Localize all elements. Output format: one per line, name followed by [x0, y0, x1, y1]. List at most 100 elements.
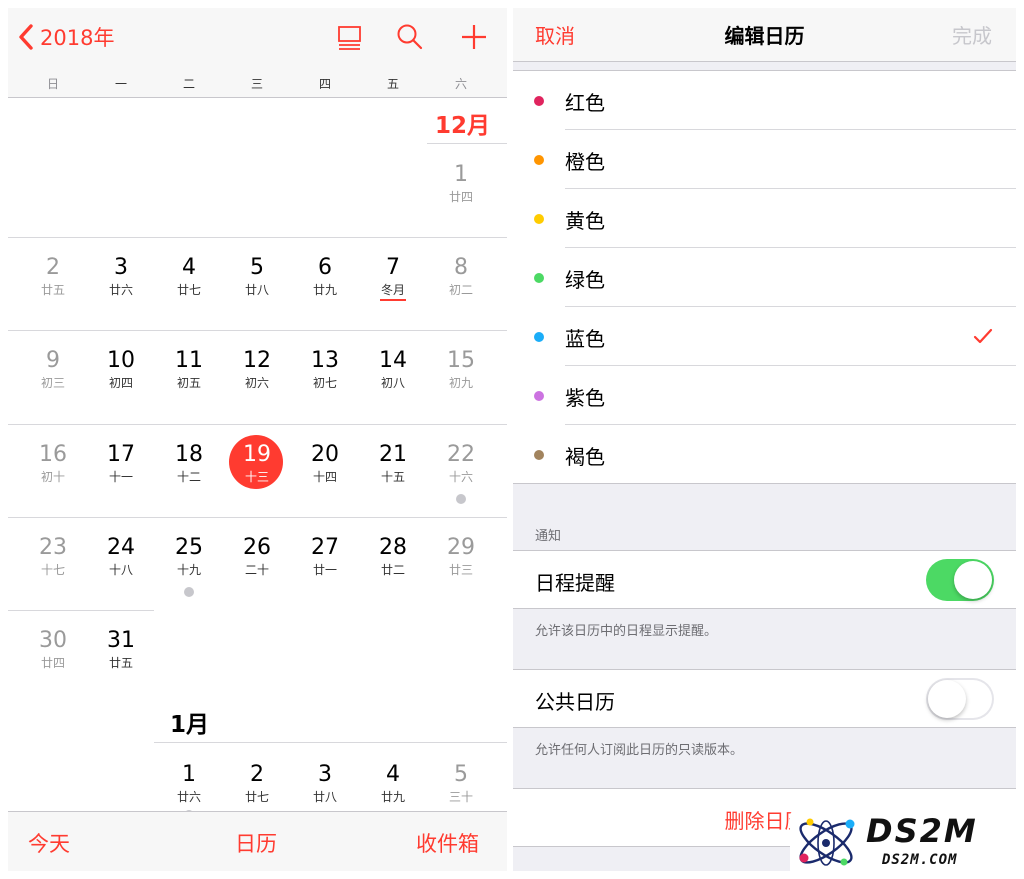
- checkmark-icon: [973, 328, 993, 344]
- lunar-date: 廿八: [244, 283, 269, 297]
- day-number: 26: [243, 535, 271, 560]
- lunar-date: 廿三: [448, 563, 473, 577]
- inbox-button[interactable]: 收件箱: [416, 828, 479, 858]
- color-option-purple[interactable]: 紫色: [513, 366, 1016, 425]
- lunar-date: 廿六: [108, 283, 133, 297]
- day-cell[interactable]: 5 廿八: [223, 241, 291, 331]
- day-number: 4: [386, 762, 400, 787]
- public-calendar-switch[interactable]: [926, 678, 994, 720]
- day-cell[interactable]: 12 初六: [223, 334, 291, 424]
- day-cell-today[interactable]: 19 十三: [217, 428, 285, 518]
- day-number: 10: [107, 348, 135, 373]
- lunar-date: 廿一: [312, 563, 337, 577]
- day-number: 8: [454, 255, 468, 280]
- day-cell[interactable]: 25 十九: [155, 521, 223, 611]
- day-number: 17: [107, 442, 135, 467]
- list-view-icon[interactable]: [335, 22, 365, 52]
- day-cell[interactable]: 18 十二: [155, 428, 223, 518]
- search-icon[interactable]: [395, 22, 425, 52]
- day-cell[interactable]: 4 廿七: [155, 241, 223, 331]
- color-label: 紫色: [565, 386, 605, 410]
- day-number: 27: [311, 535, 339, 560]
- day-cell[interactable]: 11 初五: [155, 334, 223, 424]
- day-cell[interactable]: 17 十一: [87, 428, 155, 518]
- day-cell[interactable]: 14 初八: [359, 334, 427, 424]
- day-cell[interactable]: 20 十四: [291, 428, 359, 518]
- day-number: 22: [447, 442, 475, 467]
- event-alerts-cell: 日程提醒: [513, 550, 1016, 609]
- day-cell[interactable]: 28 廿二: [359, 521, 427, 611]
- day-cell[interactable]: 10 初四: [87, 334, 155, 424]
- day-number: 11: [175, 348, 203, 373]
- switch-knob: [954, 561, 992, 599]
- lunar-date: 廿九: [380, 790, 405, 804]
- edit-nav-bar: 取消 编辑日历 完成: [513, 8, 1016, 62]
- color-option-red[interactable]: 红色: [513, 71, 1016, 130]
- color-label: 红色: [565, 91, 605, 115]
- day-number: 21: [379, 442, 407, 467]
- day-number: 20: [311, 442, 339, 467]
- day-cell[interactable]: 9 初三: [19, 334, 87, 424]
- week-divider: [8, 237, 507, 238]
- lunar-date: 十九: [176, 563, 201, 577]
- day-number: 3: [114, 255, 128, 280]
- day-number: 28: [379, 535, 407, 560]
- color-picker-list: 红色 橙色 黄色 绿色 蓝色 紫色 褐色: [513, 70, 1016, 484]
- lunar-date: 廿八: [312, 790, 337, 804]
- day-cell[interactable]: 15 初九: [427, 334, 495, 424]
- lunar-date: 二十: [244, 563, 269, 577]
- day-number: 2: [250, 762, 264, 787]
- weekday-label: 二: [182, 77, 195, 91]
- lunar-date: 十五: [380, 470, 405, 484]
- done-button[interactable]: 完成: [952, 20, 992, 49]
- today-button[interactable]: 今天: [28, 828, 70, 858]
- day-cell[interactable]: 23 十七: [19, 521, 87, 611]
- event-alerts-switch[interactable]: [926, 559, 994, 601]
- day-cell[interactable]: 3 廿六: [87, 241, 155, 331]
- watermark-brand: DS2M: [866, 812, 978, 850]
- color-label: 橙色: [565, 150, 605, 174]
- day-cell[interactable]: 26 二十: [223, 521, 291, 611]
- color-option-yellow[interactable]: 黄色: [513, 189, 1016, 248]
- day-cell[interactable]: 29 廿三: [427, 521, 495, 611]
- day-number: 5: [454, 762, 468, 787]
- day-cell[interactable]: 16 初十: [19, 428, 87, 518]
- event-alerts-footer: 允许该日历中的日程显示提醒。: [535, 624, 718, 639]
- page-title: 编辑日历: [724, 24, 805, 48]
- day-cell[interactable]: 2 廿五: [19, 241, 87, 331]
- color-dot: [534, 96, 544, 106]
- lunar-date: 冬月: [380, 283, 405, 297]
- calendars-button[interactable]: 日历: [235, 828, 277, 858]
- public-calendar-label: 公共日历: [535, 690, 615, 714]
- day-cell[interactable]: 30 廿四: [19, 614, 87, 704]
- day-number: 12: [243, 348, 271, 373]
- color-option-orange[interactable]: 橙色: [513, 130, 1016, 189]
- weekday-label: 一: [114, 77, 127, 91]
- lunar-date: 廿四: [448, 190, 473, 204]
- day-number: 16: [39, 442, 67, 467]
- public-calendar-footer: 允许任何人订阅此日历的只读版本。: [535, 743, 744, 758]
- day-cell[interactable]: 1 廿四: [427, 148, 495, 238]
- lunar-date: 十六: [448, 470, 473, 484]
- color-dot: [534, 214, 544, 224]
- day-cell[interactable]: 6 廿九: [291, 241, 359, 331]
- color-option-blue[interactable]: 蓝色: [513, 307, 1016, 366]
- day-cell[interactable]: 31 廿五: [87, 614, 155, 704]
- lunar-date: 廿五: [40, 283, 65, 297]
- color-option-brown[interactable]: 褐色: [513, 425, 1016, 484]
- day-cell[interactable]: 13 初七: [291, 334, 359, 424]
- color-option-green[interactable]: 绿色: [513, 248, 1016, 307]
- day-cell[interactable]: 8 初二: [427, 241, 495, 331]
- day-cell[interactable]: 7 冬月: [359, 241, 427, 331]
- back-to-year-button[interactable]: 2018年: [16, 20, 114, 54]
- day-cell[interactable]: 24 十八: [87, 521, 155, 611]
- day-cell[interactable]: 22 十六: [427, 428, 495, 518]
- lunar-date: 初十: [40, 470, 65, 484]
- day-cell[interactable]: 27 廿一: [291, 521, 359, 611]
- day-cell[interactable]: 21 十五: [359, 428, 427, 518]
- lunar-date: 十四: [312, 470, 337, 484]
- add-icon[interactable]: [459, 22, 489, 52]
- weekday-header-row: 日 一 二 三 四 五 六: [8, 66, 507, 98]
- month-label-december: 12月: [435, 113, 491, 139]
- event-alerts-label: 日程提醒: [535, 571, 615, 595]
